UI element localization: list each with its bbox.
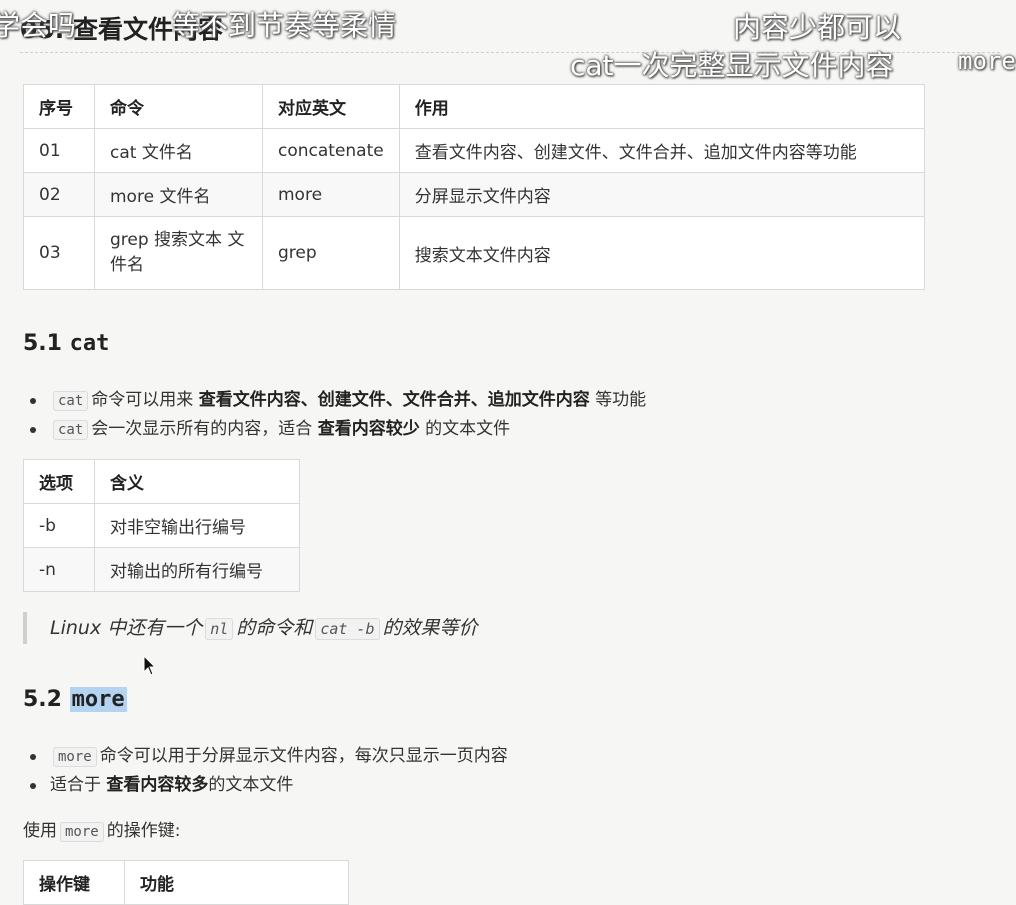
para-text: 使用 bbox=[23, 821, 57, 841]
table-header-row: 序号 命令 对应英文 作用 bbox=[23, 84, 926, 129]
mouse-pointer-icon bbox=[143, 655, 157, 676]
table-cell: 01 bbox=[23, 128, 95, 173]
inline-code: nl bbox=[205, 618, 234, 640]
list-text: 命令可以用来 bbox=[91, 390, 194, 410]
table-row: 02 more 文件名 more 分屏显示文件内容 bbox=[23, 172, 926, 217]
list-text: 等功能 bbox=[595, 390, 647, 410]
table-cell: 02 bbox=[23, 172, 95, 217]
subtitle-overlay: cat一次完整显示文件内容 bbox=[570, 49, 894, 82]
table-cell: grep 搜索文本 文件名 bbox=[94, 216, 263, 290]
table-header: 选项 bbox=[23, 459, 95, 504]
commands-table: 序号 命令 对应英文 作用 01 cat 文件名 concatenate 查看文… bbox=[23, 84, 926, 290]
table-row: 03 grep 搜索文本 文件名 grep 搜索文本文件内容 bbox=[23, 216, 926, 290]
table-header: 操作键 bbox=[23, 860, 125, 905]
table-row: -b 对非空输出行编号 bbox=[23, 503, 300, 548]
quote-text: Linux 中还有一个 bbox=[50, 617, 203, 639]
list-item: 适合于 查看内容较多的文本文件 bbox=[28, 771, 508, 800]
quote-text: 的效果等价 bbox=[382, 617, 478, 639]
inline-code: cat bbox=[53, 420, 89, 440]
heading-number: 5.1 bbox=[23, 331, 62, 356]
list-bold-text: 查看内容较多 bbox=[106, 775, 209, 795]
table-header: 含义 bbox=[94, 459, 300, 504]
table-header: 对应英文 bbox=[262, 84, 400, 129]
table-header: 命令 bbox=[94, 84, 263, 129]
bullet-icon bbox=[30, 398, 36, 404]
cat-bullet-list: cat 命令可以用来 查看文件内容、创建文件、文件合并、追加文件内容 等功能 ca… bbox=[28, 386, 646, 444]
table-cell: -b bbox=[23, 503, 95, 548]
table-header: 作用 bbox=[398, 84, 926, 129]
list-text: 命令可以用于分屏显示文件内容，每次只显示一页内容 bbox=[99, 746, 508, 766]
more-keys-intro: 使用 more 的操作键: bbox=[23, 816, 181, 842]
table-header-row: 选项 含义 bbox=[23, 459, 300, 504]
bullet-icon bbox=[30, 783, 36, 789]
inline-code: cat bbox=[53, 391, 89, 411]
subtitle-overlay: 等不到节奏等柔情 bbox=[172, 9, 397, 42]
list-bold-text: 查看文件内容、创建文件、文件合并、追加文件内容 bbox=[198, 390, 590, 410]
table-cell: 查看文件内容、创建文件、文件合并、追加文件内容等功能 bbox=[398, 128, 926, 173]
list-item: cat 会一次显示所有的内容，适合 查看内容较少 的文本文件 bbox=[28, 415, 646, 444]
list-item: more 命令可以用于分屏显示文件内容，每次只显示一页内容 bbox=[28, 742, 508, 771]
table-cell: 分屏显示文件内容 bbox=[398, 172, 926, 217]
heading-number: 5.2 bbox=[23, 687, 62, 712]
table-cell: 对非空输出行编号 bbox=[94, 503, 300, 548]
inline-code: more bbox=[53, 747, 97, 767]
table-header: 序号 bbox=[23, 84, 95, 129]
list-text: 会一次显示所有的内容，适合 bbox=[91, 419, 313, 439]
table-row: 01 cat 文件名 concatenate 查看文件内容、创建文件、文件合并、… bbox=[23, 128, 926, 173]
list-text: 的文本文件 bbox=[208, 775, 294, 795]
heading-code: cat bbox=[69, 331, 110, 356]
table-cell: 03 bbox=[23, 216, 95, 290]
table-header: 功能 bbox=[124, 860, 349, 905]
more-keys-table: 操作键 功能 bbox=[23, 860, 349, 905]
more-bullet-list: more 命令可以用于分屏显示文件内容，每次只显示一页内容 适合于 查看内容较多的… bbox=[28, 742, 508, 800]
bullet-icon bbox=[30, 427, 36, 433]
table-cell: 搜索文本文件内容 bbox=[398, 216, 926, 290]
subtitle-overlay: 学会吗 bbox=[0, 9, 77, 42]
table-cell: 对输出的所有行编号 bbox=[94, 547, 300, 592]
table-header-row: 操作键 功能 bbox=[23, 860, 349, 905]
inline-code: cat -b bbox=[315, 618, 380, 640]
subtitle-overlay: 内容少都可以 bbox=[733, 11, 902, 44]
table-row: -n 对输出的所有行编号 bbox=[23, 547, 300, 592]
bullet-icon bbox=[30, 754, 36, 760]
table-cell: -n bbox=[23, 547, 95, 592]
subtitle-overlay: more bbox=[958, 47, 1016, 75]
para-text: 的操作键: bbox=[106, 821, 181, 841]
table-cell: more bbox=[262, 172, 400, 217]
blockquote-note: Linux 中还有一个 nl 的命令和 cat -b 的效果等价 bbox=[23, 612, 478, 644]
table-cell: grep bbox=[262, 216, 400, 290]
inline-code: more bbox=[60, 822, 104, 842]
list-bold-text: 查看内容较少 bbox=[317, 419, 420, 439]
table-cell: concatenate bbox=[262, 128, 400, 173]
quote-text: 的命令和 bbox=[236, 617, 313, 639]
heading-code-selected: more bbox=[69, 687, 127, 712]
cat-options-table: 选项 含义 -b 对非空输出行编号 -n 对输出的所有行编号 bbox=[23, 459, 300, 592]
table-cell: cat 文件名 bbox=[94, 128, 263, 173]
list-text: 的文本文件 bbox=[425, 419, 511, 439]
list-text: 适合于 bbox=[50, 775, 101, 795]
heading-more: 5.2 more bbox=[23, 687, 127, 712]
list-item: cat 命令可以用来 查看文件内容、创建文件、文件合并、追加文件内容 等功能 bbox=[28, 386, 646, 415]
heading-cat: 5.1 cat bbox=[23, 331, 109, 356]
table-cell: more 文件名 bbox=[94, 172, 263, 217]
document-page: 05. 查看文件内容 序号 命令 对应英文 作用 01 cat 文件名 conc… bbox=[0, 0, 1016, 905]
